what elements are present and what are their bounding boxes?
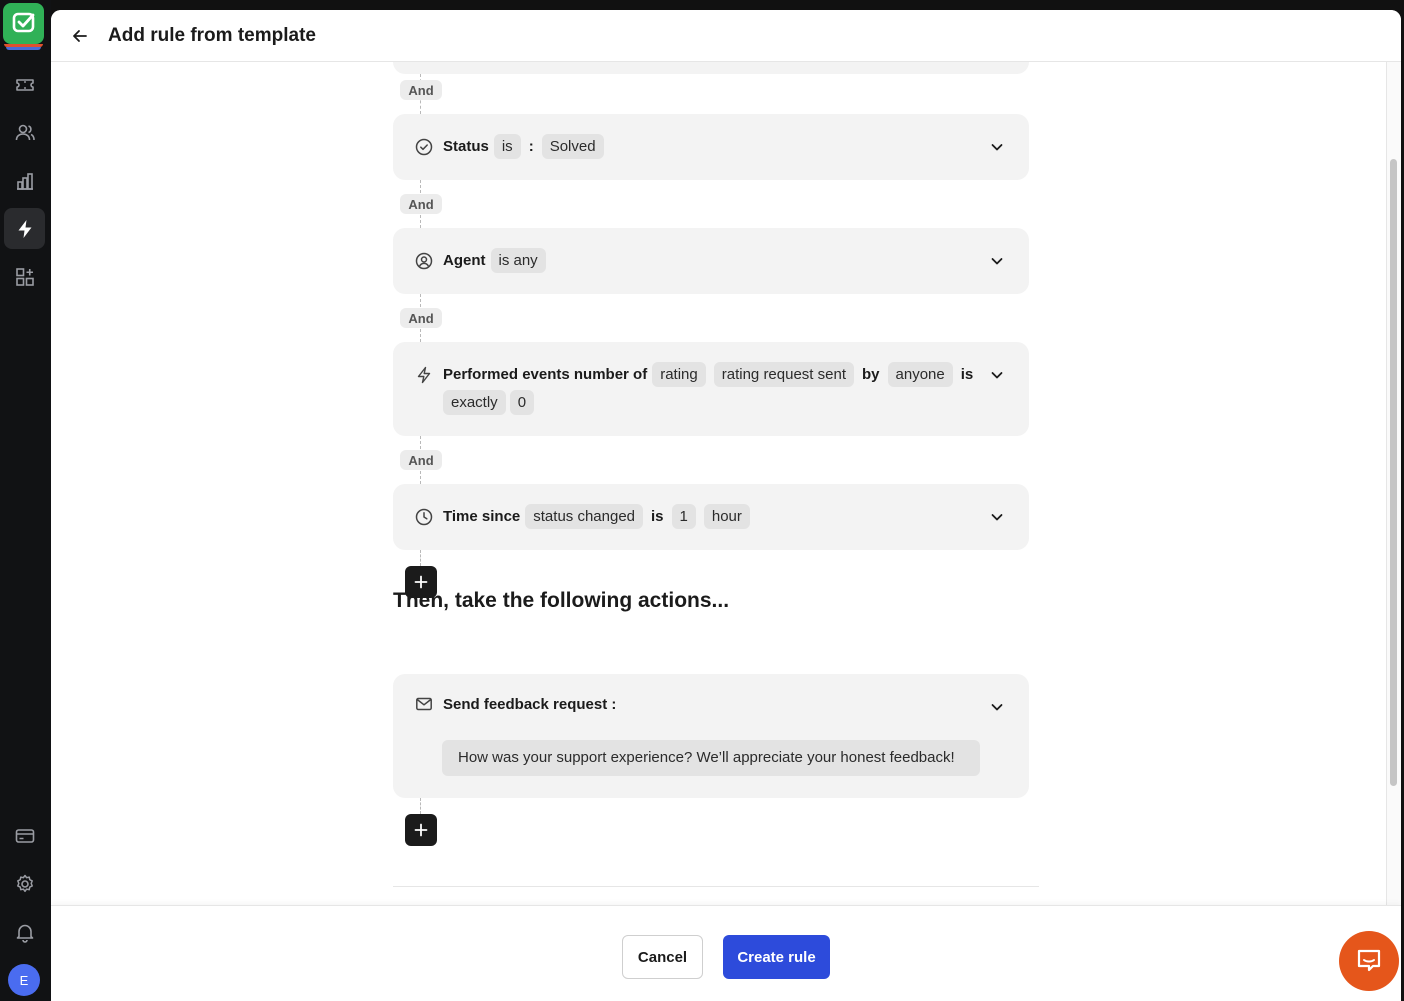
chat-widget-button[interactable] <box>1339 931 1399 991</box>
ticket-icon <box>15 78 34 91</box>
user-circle-icon <box>414 251 434 271</box>
bar-chart-icon <box>16 172 33 190</box>
amount-chip[interactable]: 1 <box>671 504 696 529</box>
back-button[interactable] <box>68 24 92 48</box>
rule-scroll-area[interactable]: And Status is : Solved And Agent is any … <box>51 62 1387 905</box>
avatar[interactable]: E <box>8 964 40 996</box>
condition-card-performed-events[interactable]: Performed events number of rating rating… <box>393 342 1029 436</box>
chevron-down-icon <box>991 372 1003 379</box>
plus-icon <box>414 823 428 837</box>
app-sidebar: E <box>0 0 51 1001</box>
clock-icon <box>414 507 434 527</box>
logo-checkbox-icon <box>12 12 35 33</box>
condition-card-agent[interactable]: Agent is any <box>393 228 1029 294</box>
create-rule-button[interactable]: Create rule <box>723 935 830 979</box>
action-label: Send feedback request : <box>443 695 617 713</box>
lightning-icon <box>18 219 31 238</box>
page-header: Add rule from template <box>51 10 1401 62</box>
condition-label: Status <box>443 138 489 155</box>
sidebar-item-customers[interactable] <box>4 112 45 153</box>
cancel-button[interactable]: Cancel <box>622 935 703 979</box>
condition-card-time-since[interactable]: Time since status changed is 1 hour <box>393 484 1029 550</box>
feedback-message[interactable]: How was your support experience? We’ll a… <box>442 740 980 776</box>
operator-chip[interactable]: is any <box>490 248 546 273</box>
sidebar-item-automation[interactable] <box>4 208 45 249</box>
divider <box>393 886 1039 887</box>
check-circle-icon <box>414 137 434 157</box>
chevron-down-icon <box>991 258 1003 265</box>
actor-chip[interactable]: anyone <box>887 362 953 387</box>
add-action-button[interactable] <box>405 814 437 846</box>
bell-icon <box>16 924 33 943</box>
and-badge: And <box>400 194 442 214</box>
expand-button[interactable] <box>985 363 1009 387</box>
chevron-down-icon <box>991 514 1003 521</box>
condition-label: Agent <box>443 252 486 269</box>
page-title: Add rule from template <box>108 25 316 46</box>
sidebar-item-settings[interactable] <box>4 863 45 904</box>
and-badge: And <box>400 450 442 470</box>
value-chip[interactable]: Solved <box>541 134 604 159</box>
chat-bubble-icon <box>1357 949 1381 972</box>
gear-icon <box>16 874 33 892</box>
lightning-outline-icon <box>414 365 434 385</box>
previous-condition-card <box>393 62 1029 74</box>
action-card-send-feedback[interactable]: Send feedback request : How was your sup… <box>393 674 1029 798</box>
expand-button[interactable] <box>985 249 1009 273</box>
plus-icon <box>414 575 428 589</box>
is-label: is <box>960 366 974 383</box>
sidebar-item-apps[interactable] <box>4 256 45 297</box>
users-icon <box>15 124 35 140</box>
vertical-scrollbar[interactable] <box>1386 62 1401 905</box>
sidebar-item-notifications[interactable] <box>4 911 45 952</box>
chevron-down-icon <box>991 704 1003 711</box>
scrollbar-thumb[interactable] <box>1390 159 1397 786</box>
separator-colon: : <box>528 138 534 155</box>
event-type-chip[interactable]: rating <box>652 362 706 387</box>
by-label: by <box>862 366 880 383</box>
count-chip[interactable]: 0 <box>509 390 535 415</box>
event-chip[interactable]: status changed <box>525 504 644 529</box>
sidebar-item-reports[interactable] <box>4 160 45 201</box>
actions-section-title: Then, take the following actions... <box>393 589 730 612</box>
unit-chip[interactable]: hour <box>703 504 750 529</box>
rule-editor-panel: Add rule from template And Status is: S… <box>51 10 1401 1001</box>
and-badge: And <box>400 80 442 100</box>
is-label: is <box>651 508 664 525</box>
sidebar-item-billing[interactable] <box>4 815 45 856</box>
connector-line <box>420 550 421 566</box>
and-badge: And <box>400 308 442 328</box>
expand-button[interactable] <box>985 695 1009 719</box>
expand-button[interactable] <box>985 505 1009 529</box>
comparator-chip[interactable]: exactly <box>443 390 506 415</box>
action-footer: Cancel Create rule <box>51 905 1401 1001</box>
sidebar-item-tickets[interactable] <box>4 64 45 105</box>
billing-card-icon <box>15 828 34 843</box>
condition-label: Time since <box>443 508 521 525</box>
condition-card-status[interactable]: Status is : Solved <box>393 114 1029 180</box>
operator-chip[interactable]: is <box>493 134 521 159</box>
app-logo[interactable] <box>3 3 44 51</box>
chevron-down-icon <box>991 144 1003 151</box>
envelope-icon <box>414 694 434 714</box>
apps-plus-icon <box>15 267 34 286</box>
expand-button[interactable] <box>985 135 1009 159</box>
connector-line <box>420 798 421 814</box>
arrow-left-icon <box>73 30 87 42</box>
event-chip[interactable]: rating request sent <box>713 362 854 387</box>
condition-label: Performed events number of <box>443 366 648 383</box>
